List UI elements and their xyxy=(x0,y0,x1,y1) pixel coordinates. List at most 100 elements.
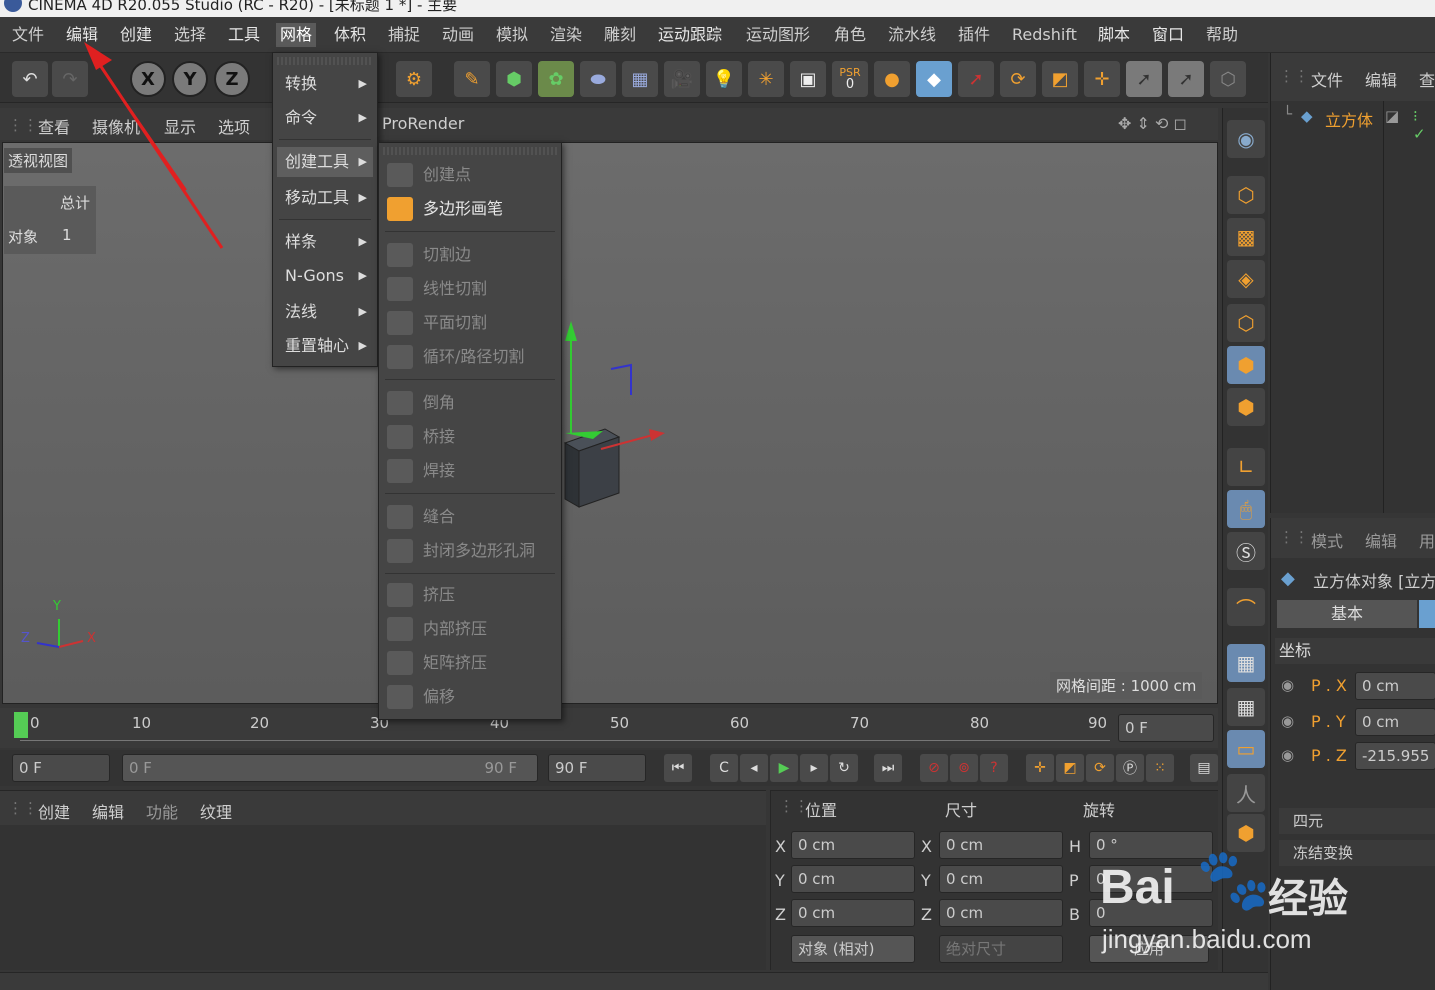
keyframe-icon[interactable]: ? xyxy=(980,754,1008,782)
menu-create[interactable]: 创建 xyxy=(116,23,156,47)
select-live-icon[interactable]: ➚ xyxy=(958,61,994,97)
coord-size-select[interactable]: 绝对尺寸 xyxy=(939,935,1063,963)
key-pla-icon[interactable]: ⁙ xyxy=(1146,754,1174,782)
mesh-menu-normals[interactable]: 法线 ▶ xyxy=(277,297,373,327)
select-lasso-icon[interactable]: ➚ xyxy=(1168,61,1204,97)
key-scale-icon[interactable]: ◩ xyxy=(1056,754,1084,782)
tool-edge-cut[interactable]: 切割边 xyxy=(383,239,557,271)
prev-key-icon[interactable]: C xyxy=(710,754,738,782)
om-menu-edit[interactable]: 编辑 xyxy=(1365,67,1397,91)
camera-icon[interactable]: 🎥 xyxy=(664,61,700,97)
nurbs-icon[interactable]: ⬬ xyxy=(580,61,616,97)
next-frame-icon[interactable]: ▸ xyxy=(800,754,828,782)
am-menu-user[interactable]: 用 xyxy=(1419,528,1435,552)
py-field[interactable]: 0 cm xyxy=(1355,708,1435,736)
timeline[interactable]: 0 10 20 30 40 50 60 70 80 90 0 F xyxy=(0,708,1218,748)
menu-pipeline[interactable]: 流水线 xyxy=(884,23,940,47)
tool-stitch[interactable]: 缝合 xyxy=(383,501,557,533)
current-frame-field[interactable]: 0 F xyxy=(1118,714,1214,742)
psr-button[interactable]: PSR 0 xyxy=(832,61,868,97)
rotate-icon[interactable]: ⟳ xyxy=(1000,61,1036,97)
tool-line-cut[interactable]: 线性切割 xyxy=(383,273,557,305)
tab-coord-edge[interactable] xyxy=(1419,600,1435,628)
loop-icon[interactable]: ↻ xyxy=(830,754,858,782)
om-menu-file[interactable]: 文件 xyxy=(1311,67,1343,91)
tool-close-hole[interactable]: 封闭多边形孔洞 xyxy=(383,535,557,567)
render-settings-icon[interactable]: ⚙ xyxy=(396,61,432,97)
mesh-menu-spline[interactable]: 样条 ▶ xyxy=(277,227,373,257)
pz-radio-icon[interactable]: ◉ xyxy=(1281,746,1294,764)
gizmo-x-arrow[interactable] xyxy=(649,429,665,441)
menu-window[interactable]: 窗口 xyxy=(1148,23,1188,47)
menu-mesh[interactable]: 网格 xyxy=(276,23,317,47)
rot-b-field[interactable]: 0 xyxy=(1089,899,1213,927)
snap-s-icon[interactable]: Ⓢ xyxy=(1227,532,1265,570)
viewport-menu-display[interactable]: 显示 xyxy=(164,114,196,138)
tool-plane-cut[interactable]: 平面切割 xyxy=(383,307,557,339)
snap-icon[interactable]: ● xyxy=(874,61,910,97)
model-mode-icon[interactable]: ⬡ xyxy=(1210,61,1246,97)
tearoff-grip[interactable] xyxy=(383,147,557,155)
character-icon[interactable]: 人 xyxy=(1227,774,1265,812)
om-object-name[interactable]: 立方体 xyxy=(1325,107,1373,131)
px-field[interactable]: 0 cm xyxy=(1355,672,1435,700)
3d-viewport[interactable]: Y Z X xyxy=(2,142,1218,704)
menu-redshift[interactable]: Redshift xyxy=(1008,23,1081,47)
generator-icon[interactable]: ⬢ xyxy=(496,61,532,97)
am-menu-edit[interactable]: 编辑 xyxy=(1365,528,1397,552)
menu-character[interactable]: 角色 xyxy=(830,23,870,47)
prev-frame-icon[interactable]: ◂ xyxy=(740,754,768,782)
goto-start-icon[interactable]: ⏮ xyxy=(664,754,692,782)
menu-snap[interactable]: 捕捉 xyxy=(384,23,424,47)
tweak-mode-icon[interactable]: 🖱 xyxy=(1227,490,1265,528)
check-icon[interactable]: ⁝✓ xyxy=(1413,107,1429,143)
px-radio-icon[interactable]: ◉ xyxy=(1281,676,1294,694)
key-param-icon[interactable]: Ⓟ xyxy=(1116,754,1144,782)
mat-menu-function[interactable]: 功能 xyxy=(146,799,178,823)
key-rot-icon[interactable]: ⟳ xyxy=(1086,754,1114,782)
timeline-menu-icon[interactable]: ▤ xyxy=(1190,754,1218,782)
y-axis-lock-button[interactable]: Y xyxy=(172,61,208,97)
select-rect-icon[interactable]: ➚ xyxy=(1126,61,1162,97)
magnet-icon[interactable]: ⌒ xyxy=(1227,588,1265,626)
tool-matrix-extrude[interactable]: 矩阵挤压 xyxy=(383,647,557,679)
viewport-menu-camera[interactable]: 摄像机 xyxy=(92,114,140,138)
rot-p-field[interactable]: 0 xyxy=(1089,865,1213,893)
autokey-icon[interactable]: ⊚ xyxy=(950,754,978,782)
workplane-icon[interactable]: ◈ xyxy=(1227,260,1265,298)
am-menu-mode[interactable]: 模式 xyxy=(1311,528,1343,552)
x-axis-lock-button[interactable]: X xyxy=(130,61,166,97)
om-object-row[interactable]: └ ◆ 立方体 ◪ ⁝✓ xyxy=(1279,105,1429,143)
tool-create-point[interactable]: 创建点 xyxy=(383,159,557,191)
cube-object-icon[interactable]: ◆ xyxy=(916,61,952,97)
menu-file[interactable]: 文件 xyxy=(8,23,48,47)
viewport-menu-prorender[interactable]: ProRender xyxy=(382,114,464,133)
object-mode-icon[interactable]: ⬡ xyxy=(1227,176,1265,214)
redo-icon[interactable]: ↷ xyxy=(52,61,88,97)
menu-motion-tracking[interactable]: 运动跟踪 xyxy=(654,23,726,47)
pos-y-field[interactable]: 0 cm xyxy=(791,865,915,893)
menu-animate[interactable]: 动画 xyxy=(438,23,478,47)
end-frame-field[interactable]: 90 F xyxy=(548,754,646,782)
visibility-icon[interactable]: ◪ xyxy=(1385,107,1399,125)
rot-h-field[interactable]: 0 ° xyxy=(1089,831,1213,859)
globe-icon[interactable]: ◉ xyxy=(1227,120,1265,158)
mesh-menu-move-tools[interactable]: 移动工具 ▶ xyxy=(277,183,373,213)
lock-grid-icon[interactable]: ▦ xyxy=(1227,644,1265,682)
menu-edit[interactable]: 编辑 xyxy=(62,23,102,47)
pen-icon[interactable]: ✎ xyxy=(454,61,490,97)
apply-button[interactable]: 应用 xyxy=(1089,935,1209,963)
menu-script[interactable]: 脚本 xyxy=(1094,23,1134,47)
tool-bevel[interactable]: 倒角 xyxy=(383,387,557,419)
menu-sculpt[interactable]: 雕刻 xyxy=(600,23,640,47)
mat-menu-create[interactable]: 创建 xyxy=(38,799,70,823)
axis-mode-icon[interactable]: ∟ xyxy=(1227,448,1265,486)
tag-icon[interactable]: ▣ xyxy=(790,61,826,97)
viewport-menu-view[interactable]: 查看 xyxy=(38,114,70,138)
undo-icon[interactable]: ↶ xyxy=(12,61,48,97)
pos-z-field[interactable]: 0 cm xyxy=(791,899,915,927)
mesh-menu-create-tools[interactable]: 创建工具 ▶ xyxy=(277,147,373,177)
tearoff-grip[interactable] xyxy=(277,57,373,65)
tool-loop-cut[interactable]: 循环/路径切割 xyxy=(383,341,557,373)
mat-menu-edit[interactable]: 编辑 xyxy=(92,799,124,823)
